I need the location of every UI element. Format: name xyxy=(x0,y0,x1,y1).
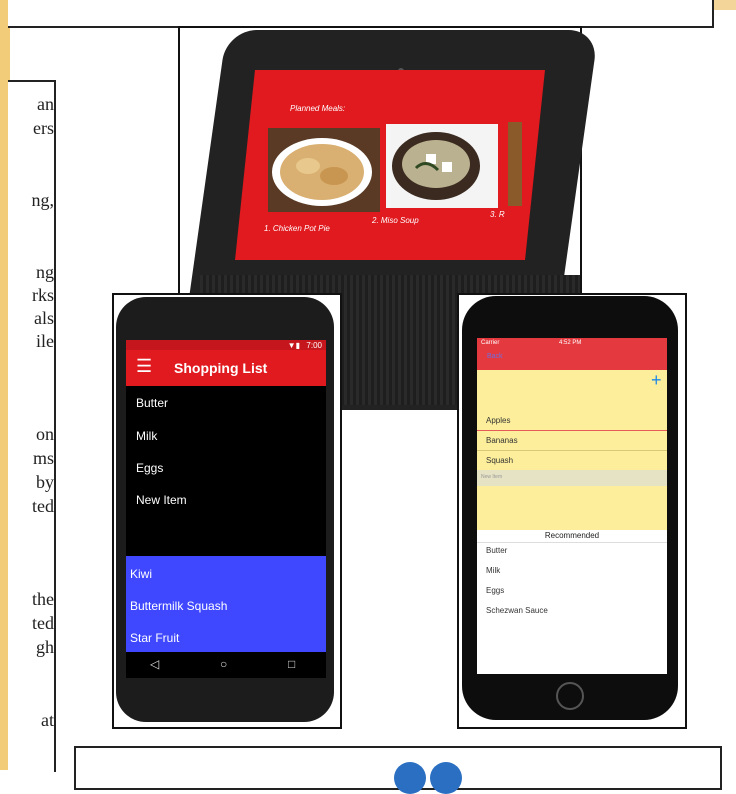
back-icon[interactable]: ◁ xyxy=(150,657,159,671)
add-button[interactable]: + xyxy=(651,370,662,391)
text-fragment: als xyxy=(34,308,54,328)
meal-label: 2. Miso Soup xyxy=(372,216,419,225)
battery-icon: ▼▮ xyxy=(287,341,300,350)
list-item[interactable]: Squash xyxy=(486,456,513,465)
meal-image-miso-soup[interactable] xyxy=(386,124,498,208)
text-fragment: at xyxy=(41,710,54,730)
home-button[interactable] xyxy=(556,682,584,710)
text-fragment: on xyxy=(36,424,54,444)
app-title: Shopping List xyxy=(174,360,268,376)
divider xyxy=(477,450,667,451)
text-fragment: by xyxy=(36,472,54,492)
back-button[interactable]: Back xyxy=(487,353,503,360)
recommended-item[interactable]: Schezwan Sauce xyxy=(486,606,548,615)
android-app-bar: ☰ Shopping List xyxy=(126,350,326,386)
recents-icon[interactable]: □ xyxy=(288,657,295,671)
text-fragment: ng, xyxy=(31,190,55,210)
text-fragment: ted xyxy=(32,496,54,516)
list-item[interactable]: Apples xyxy=(486,416,510,425)
home-icon[interactable]: ○ xyxy=(220,657,227,671)
top-text-box xyxy=(8,0,714,28)
recommended-item[interactable]: Star Fruit xyxy=(130,631,179,645)
ios-time: 4:52 PM xyxy=(559,340,582,346)
text-fragment: ers xyxy=(33,118,54,138)
bottom-figure-box xyxy=(74,746,722,794)
meal-image-partial xyxy=(508,122,522,206)
recommended-item[interactable]: Buttermilk Squash xyxy=(130,599,227,613)
text-fragment: ng xyxy=(36,262,54,282)
divider xyxy=(477,542,667,543)
text-fragment: ted xyxy=(32,613,54,633)
meal-image-chicken-pot-pie[interactable] xyxy=(268,128,380,212)
recommended-item[interactable]: Kiwi xyxy=(130,567,152,581)
text-fragment: the xyxy=(32,589,54,609)
list-item[interactable]: Bananas xyxy=(486,436,518,445)
text-fragment: rks xyxy=(32,285,54,305)
list-item[interactable]: Butter xyxy=(136,396,168,410)
new-item-placeholder: New Item xyxy=(481,474,503,480)
carrier-label: Carrier xyxy=(481,340,500,346)
android-nav-bar: ◁ ○ □ xyxy=(126,652,326,678)
recommended-item[interactable]: Eggs xyxy=(486,586,504,595)
blue-circle-icon xyxy=(394,762,426,794)
divider xyxy=(477,430,667,431)
body-text-box: an ers ng, ng rks als ile on ms by ted t… xyxy=(8,80,56,772)
new-item-field[interactable]: New Item xyxy=(477,470,667,486)
ios-nav-bar: Carrier 4:52 PM Back xyxy=(477,338,667,370)
menu-icon[interactable]: ☰ xyxy=(136,356,152,377)
list-item[interactable]: Eggs xyxy=(136,461,163,475)
status-time: 7:00 xyxy=(306,341,322,350)
text-fragment: ms xyxy=(32,448,54,468)
text-fragment: gh xyxy=(36,637,54,657)
text-fragment: ile xyxy=(36,331,54,351)
blue-circle-icon xyxy=(430,762,462,794)
text-fragment: an xyxy=(37,94,54,114)
recommended-item[interactable]: Milk xyxy=(486,566,500,575)
recommended-item[interactable]: Butter xyxy=(486,546,507,555)
list-item[interactable]: Milk xyxy=(136,429,157,443)
meal-label: 3. R xyxy=(490,210,505,219)
recommended-header: Recommended xyxy=(544,531,600,540)
planned-meals-header: Planned Meals: xyxy=(290,104,346,113)
list-item[interactable]: New Item xyxy=(136,493,187,507)
meal-label: 1. Chicken Pot Pie xyxy=(264,224,330,233)
